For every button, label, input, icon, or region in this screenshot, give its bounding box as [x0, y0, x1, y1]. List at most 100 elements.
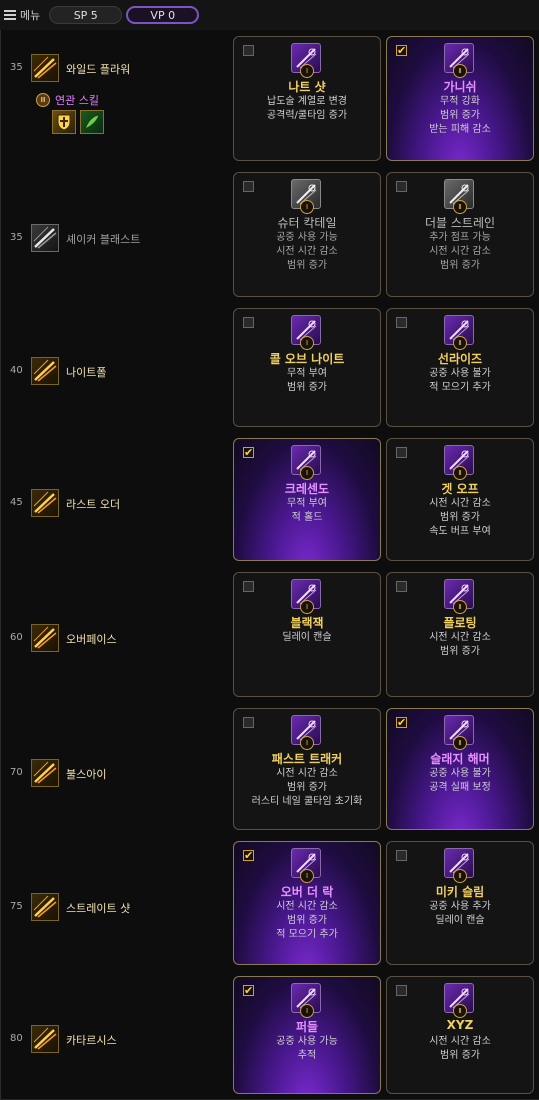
- talent-name: 퍼들: [295, 1020, 319, 1034]
- checkbox[interactable]: [243, 717, 254, 728]
- description-line: 받는 피해 감소: [429, 124, 491, 135]
- row-divider: [0, 835, 1, 970]
- talent-name: 더블 스트레인: [424, 216, 496, 230]
- talent-option-card[interactable]: Ⅱ 선라이즈 공중 사용 불가 적 모으기 추가: [386, 308, 534, 427]
- row-divider: [0, 566, 1, 702]
- description-line: 추가 점프 가능: [429, 232, 491, 243]
- checkbox[interactable]: [243, 181, 254, 192]
- talent-option-card[interactable]: ✔ Ⅰ 퍼들 공중 사용 가능 추적: [233, 976, 381, 1094]
- description-line: 무적 강화: [440, 96, 480, 107]
- description-line: 범위 증가: [440, 512, 480, 523]
- description-line: 시전 시간 감소: [276, 768, 338, 779]
- talent-option-card[interactable]: Ⅱ 더블 스트레인 추가 점프 가능 시전 시간 감소 범위 증가: [386, 172, 534, 297]
- tier-badge: Ⅱ: [453, 600, 467, 614]
- checkbox-checked[interactable]: ✔: [396, 717, 407, 728]
- description-line: 범위 증가: [287, 382, 327, 393]
- top-bar: 메뉴 SP 5 VP 0: [0, 0, 539, 31]
- talent-description: 납도술 계열로 변경 공격력/쿨타임 증가: [234, 95, 380, 123]
- skill-name: 라스트 오더: [66, 498, 121, 511]
- talent-name: XYZ: [446, 1018, 474, 1032]
- skill-row: 45 라스트 오더 ✔ Ⅰ 크레센도 무적 부여 적 홀드 Ⅱ 겟 오프 시전 시간 감소 범위 증…: [0, 432, 539, 567]
- talent-option-card[interactable]: ✔ Ⅱ 슬래지 해머 공중 사용 불가 공격 실패 보정: [386, 708, 534, 830]
- skill-name: 스트레이트 샷: [66, 902, 131, 915]
- checkbox[interactable]: [396, 181, 407, 192]
- checkbox[interactable]: [396, 317, 407, 328]
- talent-option-card[interactable]: Ⅰ 콜 오브 나이트 무적 부여 범위 증가: [233, 308, 381, 427]
- description-line: 러스티 네일 쿨타임 초기화: [251, 796, 363, 807]
- checkbox[interactable]: [396, 581, 407, 592]
- bullseye-icon[interactable]: [31, 759, 59, 787]
- description-line: 적 홀드: [291, 512, 323, 523]
- tier-badge: Ⅱ: [453, 736, 467, 750]
- talent-option-card[interactable]: Ⅰ 블랙잭 딜레이 캔슬: [233, 572, 381, 697]
- talent-option-card[interactable]: Ⅰ 슈터 칵테일 공중 사용 가능 시전 시간 감소 범위 증가: [233, 172, 381, 297]
- talent-option-card[interactable]: Ⅰ 패스트 트래커 시전 시간 감소 범위 증가 러스티 네일 쿨타임 초기화: [233, 708, 381, 830]
- skill-name: 불스아이: [66, 768, 107, 781]
- hamburger-icon: [4, 10, 16, 20]
- wild-flower-icon[interactable]: [31, 54, 59, 82]
- skill-level: 60: [10, 632, 23, 643]
- straight-shot-icon[interactable]: [31, 893, 59, 921]
- tier-badge: Ⅰ: [300, 466, 314, 480]
- shaker-blast-icon[interactable]: [31, 224, 59, 252]
- talent-option-card[interactable]: Ⅱ 플로팅 시전 시간 감소 범위 증가: [386, 572, 534, 697]
- checkbox[interactable]: [243, 45, 254, 56]
- last-order-icon[interactable]: [31, 489, 59, 517]
- checkbox-checked[interactable]: ✔: [396, 45, 407, 56]
- talent-option-card[interactable]: Ⅰ 나트 샷 납도술 계열로 변경 공격력/쿨타임 증가: [233, 36, 381, 161]
- talent-name: 콜 오브 나이트: [269, 352, 345, 366]
- talent-option-card[interactable]: ✔ Ⅱ 가니쉬 무적 강화 범위 증가 받는 피해 감소: [386, 36, 534, 161]
- checkbox[interactable]: [243, 581, 254, 592]
- talent-option-card[interactable]: Ⅱ 겟 오프 시전 시간 감소 범위 증가 속도 버프 부여: [386, 438, 534, 561]
- description-line: 공중 사용 가능: [276, 232, 338, 243]
- description-line: 범위 증가: [440, 1050, 480, 1061]
- checkbox-checked[interactable]: ✔: [243, 850, 254, 861]
- talent-description: 추가 점프 가능시전 시간 감소범위 증가: [387, 231, 533, 273]
- related-skills: Ⅲ 연관 스킬: [36, 92, 99, 108]
- row-divider: [0, 30, 1, 166]
- talent-description: 공중 사용 추가 딜레이 캔슬: [387, 900, 533, 928]
- checkbox[interactable]: [396, 985, 407, 996]
- description-line: 범위 증가: [440, 260, 480, 271]
- skill-name: 카타르시스: [66, 1034, 117, 1047]
- row-divider: [0, 702, 1, 835]
- menu-button[interactable]: 메뉴: [4, 7, 40, 23]
- checkbox[interactable]: [243, 317, 254, 328]
- checkbox[interactable]: [396, 447, 407, 458]
- shield-cross-icon[interactable]: [52, 110, 76, 134]
- checkbox-checked[interactable]: ✔: [243, 985, 254, 996]
- talent-option-card[interactable]: Ⅱ 미키 슬림 공중 사용 추가 딜레이 캔슬: [386, 841, 534, 965]
- skill-row: 40 나이트폴 Ⅰ 콜 오브 나이트 무적 부여 범위 증가 Ⅱ 선라이즈 공중 사용 불가 적 …: [0, 302, 539, 433]
- green-leaf-icon[interactable]: [80, 110, 104, 134]
- description-line: 시전 시간 감소: [429, 498, 491, 509]
- talent-description: 공중 사용 가능 추적: [234, 1035, 380, 1063]
- nightfall-icon[interactable]: [31, 357, 59, 385]
- description-line: 시전 시간 감소: [429, 246, 491, 257]
- talent-option-card[interactable]: ✔ Ⅰ 크레센도 무적 부여 적 홀드: [233, 438, 381, 561]
- overpace-icon[interactable]: [31, 624, 59, 652]
- talent-name: 블랙잭: [290, 616, 324, 630]
- description-line: 범위 증가: [440, 110, 480, 121]
- description-line: 무적 부여: [287, 498, 327, 509]
- talent-description: 딜레이 캔슬: [234, 631, 380, 645]
- tier-badge: Ⅱ: [453, 64, 467, 78]
- checkbox[interactable]: [396, 850, 407, 861]
- skill-row: 35 셰이커 블래스트 Ⅰ 슈터 칵테일 공중 사용 가능 시전 시간 감소 범위 증가 Ⅱ 더…: [0, 166, 539, 303]
- talent-description: 공중 사용 가능 시전 시간 감소 범위 증가: [234, 231, 380, 273]
- talent-description: 시전 시간 감소 범위 증가 적 모으기 추가: [234, 900, 380, 942]
- talent-description: 공중 사용 불가 적 모으기 추가: [387, 367, 533, 395]
- tier-badge: Ⅰ: [300, 600, 314, 614]
- tier-badge: Ⅰ: [300, 336, 314, 350]
- checkbox-checked[interactable]: ✔: [243, 447, 254, 458]
- talent-option-card[interactable]: ✔ Ⅰ 오버 더 락 시전 시간 감소 범위 증가 적 모으기 추가: [233, 841, 381, 965]
- talent-description: 시전 시간 감소 범위 증가: [387, 631, 533, 659]
- description-line: 딜레이 캔슬: [435, 915, 485, 926]
- description-line: 시전 시간 감소: [276, 246, 338, 257]
- tier-badge: Ⅰ: [300, 736, 314, 750]
- skill-row: 70 불스아이 Ⅰ 패스트 트래커 시전 시간 감소 범위 증가 러스티 네일 쿨타임 초기…: [0, 702, 539, 836]
- talent-option-card[interactable]: Ⅱ XYZ 시전 시간 감소 범위 증가: [386, 976, 534, 1094]
- skill-level: 45: [10, 497, 23, 508]
- skill-row: 60 오버페이스 Ⅰ 블랙잭 딜레이 캔슬 Ⅱ 플로팅 시전 시간 감소 범위 증가: [0, 566, 539, 703]
- tier-badge: Ⅱ: [453, 336, 467, 350]
- catharsis-icon[interactable]: [31, 1025, 59, 1053]
